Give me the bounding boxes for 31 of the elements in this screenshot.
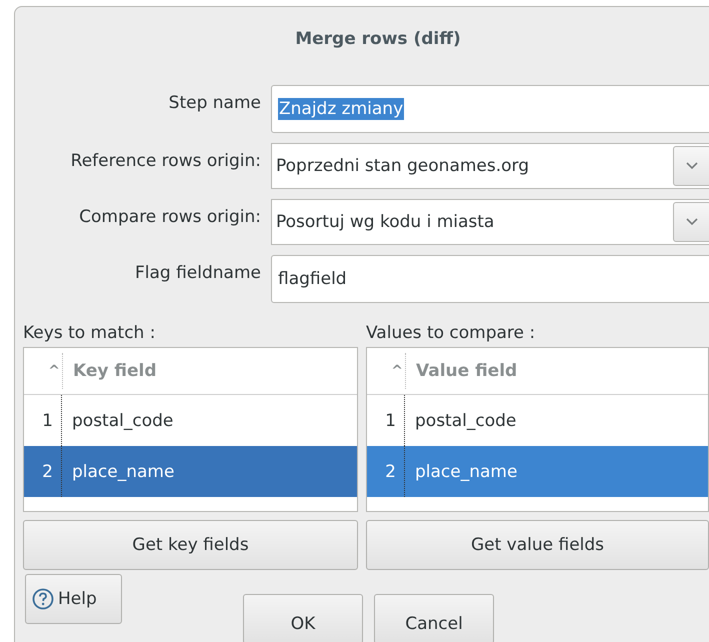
field-label: Reference rows origin: <box>70 150 261 171</box>
row-number: 2 <box>24 446 62 497</box>
field-table[interactable]: ^ Value field 1 postal_code 2 place_name <box>366 347 709 512</box>
dropdown[interactable]: Poprzedni stan geonames.org <box>271 143 709 189</box>
dropdown[interactable]: Posortuj wg kodu i miasta <box>271 199 709 245</box>
section-label: Values to compare : <box>366 323 536 345</box>
chevron-down-icon <box>685 161 699 171</box>
table-cell-text: place_name <box>414 462 518 482</box>
input-field[interactable]: flagfield <box>271 255 709 303</box>
row-number: 2 <box>367 446 405 497</box>
table-cell-text: postal_code <box>71 410 174 430</box>
input-field[interactable]: Znajdz zmiany <box>271 85 709 133</box>
section-label: Keys to match : <box>23 323 156 345</box>
table-cell-text: postal_code <box>414 410 516 430</box>
dropdown-button[interactable] <box>673 146 709 186</box>
table-row[interactable]: 2 place_name <box>24 446 357 497</box>
table-cell-text: place_name <box>71 462 174 482</box>
chevron-down-icon <box>685 217 699 227</box>
field-label: Compare rows origin: <box>78 206 261 227</box>
help-button[interactable]: Help <box>25 574 122 624</box>
field-label: Flag fieldname <box>134 262 261 283</box>
get-fields-button[interactable]: Get value fields <box>366 520 709 570</box>
help-icon <box>32 588 54 610</box>
field-label: Step name <box>168 92 261 113</box>
table-row[interactable]: 2 place_name <box>367 446 708 497</box>
dropdown-button[interactable] <box>673 202 709 242</box>
window-title: Merge rows (diff) <box>294 28 462 47</box>
get-fields-button[interactable]: Get key fields <box>23 520 358 570</box>
field-table[interactable]: ^ Key field 1 postal_code 2 place_name <box>23 347 358 512</box>
dialog-button[interactable]: Cancel <box>374 594 494 642</box>
dialog-button[interactable]: OK <box>243 594 363 642</box>
